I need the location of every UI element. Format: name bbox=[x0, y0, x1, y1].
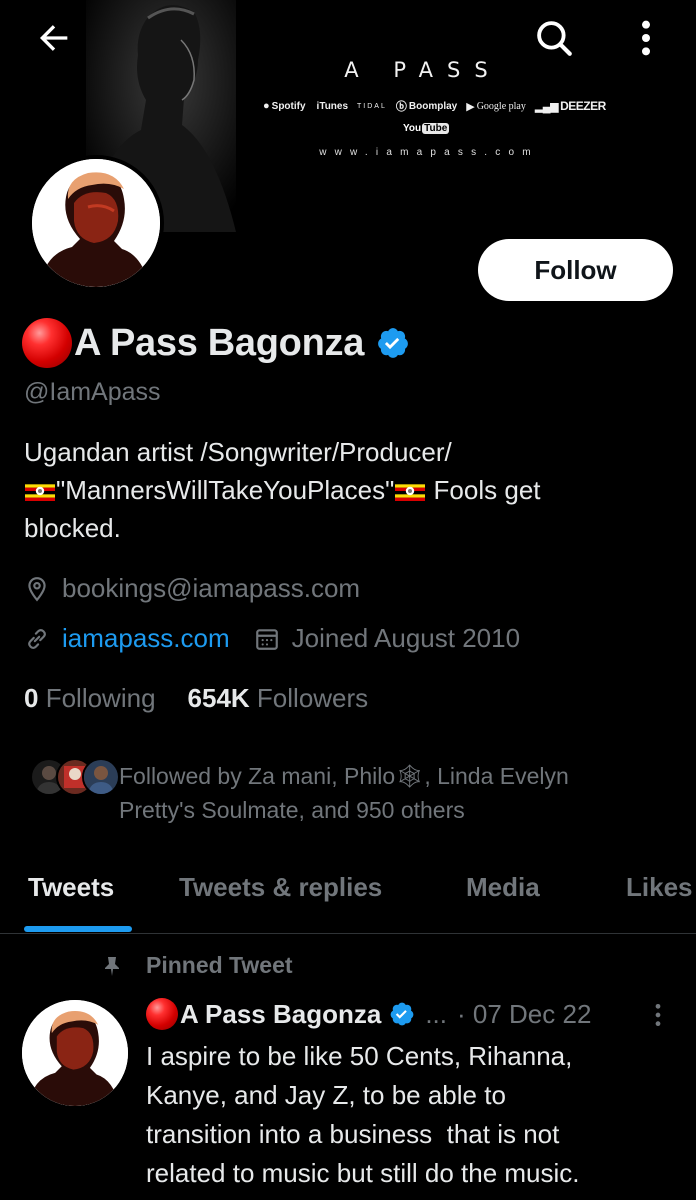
followers-stat[interactable]: 654K Followers bbox=[188, 683, 369, 714]
bio-line: blocked. bbox=[24, 513, 121, 543]
red-circle-emoji-icon bbox=[146, 998, 178, 1030]
uganda-flag-icon bbox=[395, 481, 426, 501]
bio-quote: "MannersWillTakeYouPlaces" bbox=[56, 475, 395, 505]
following-count: 0 bbox=[24, 683, 39, 713]
tweet-more-button[interactable] bbox=[644, 998, 672, 1032]
itunes-logo: iTunes bbox=[316, 100, 349, 112]
location-pin-icon bbox=[28, 576, 46, 601]
arrow-left-icon bbox=[40, 25, 68, 51]
search-button[interactable] bbox=[524, 8, 584, 68]
tweet-header: A Pass Bagonza ... · 07 Dec 22 bbox=[146, 998, 591, 1030]
tidal-logo: TIDAL bbox=[357, 102, 387, 110]
tab-tweets-and-replies[interactable]: Tweets & replies bbox=[179, 872, 382, 903]
tweet-author-handle: ... bbox=[425, 998, 447, 1029]
banner-artist-title: A PASS bbox=[344, 58, 502, 82]
streaming-platforms: ● Spotify iTunes TIDAL ⓑ Boomplay ▶ Google … bbox=[263, 98, 606, 114]
tab-media[interactable]: Media bbox=[466, 872, 540, 903]
boomplay-logo: ⓑ Boomplay bbox=[395, 100, 458, 114]
joined-text: Joined August 2010 bbox=[291, 623, 521, 653]
tweet-line: transition into a business that is not bbox=[146, 1119, 560, 1149]
spotify-logo: ● Spotify bbox=[263, 100, 306, 112]
red-circle-emoji-icon bbox=[22, 318, 72, 368]
followers-count: 654K bbox=[187, 683, 250, 713]
tab-tweets[interactable]: Tweets bbox=[28, 872, 114, 903]
joined-date: Joined August 2010 bbox=[254, 623, 520, 654]
location-text: bookings@iamapass.com bbox=[62, 573, 361, 603]
bio-line: "MannersWillTakeYouPlaces" Fools get bbox=[24, 471, 674, 509]
profile-stats: 0 Following 654K Followers bbox=[24, 683, 368, 714]
tweet-line: related to music but still do the music. bbox=[146, 1158, 580, 1188]
followed-by-text[interactable]: Followed by Za mani, Philo🕸, Linda Evely… bbox=[119, 759, 679, 827]
tweet-author-avatar[interactable] bbox=[22, 1000, 128, 1106]
tweet-avatar-photo bbox=[22, 1000, 128, 1106]
tweet-body[interactable]: I aspire to be like 50 Cents, Rihanna, K… bbox=[146, 1037, 686, 1193]
tweet-line: I aspire to be like 50 Cents, Rihanna, bbox=[146, 1041, 573, 1071]
verified-badge-icon bbox=[390, 1002, 414, 1026]
back-button[interactable] bbox=[24, 8, 84, 68]
bio-line: Ugandan artist /Songwriter/Producer/ bbox=[24, 437, 452, 467]
tweet-author-name[interactable]: A Pass Bagonza bbox=[180, 999, 381, 1030]
pinned-text: Pinned Tweet bbox=[146, 952, 293, 978]
followers-label: Followers bbox=[256, 683, 369, 713]
youtube-logo: You Tube bbox=[403, 123, 450, 134]
website-link[interactable]: iamapass.com bbox=[62, 623, 230, 654]
profile-tabs: Tweets Tweets & replies Media Likes bbox=[0, 850, 696, 934]
profile-bio: Ugandan artist /Songwriter/Producer/ "Ma… bbox=[24, 433, 674, 547]
tweet-date[interactable]: · 07 Dec 22 bbox=[457, 999, 591, 1030]
following-label: Following bbox=[45, 683, 156, 713]
profile-meta-links: iamapass.com Joined August 2010 bbox=[24, 623, 520, 654]
more-options-button[interactable] bbox=[616, 8, 676, 68]
pin-icon bbox=[105, 956, 119, 976]
pinned-tweet-label: Pinned Tweet bbox=[100, 952, 293, 979]
tweet-line: Kanye, and Jay Z, to be able to bbox=[146, 1080, 506, 1110]
follower-avatar bbox=[82, 758, 120, 796]
google-play-logo: ▶ Google play bbox=[466, 100, 526, 113]
calendar-icon bbox=[255, 628, 278, 650]
followed-by-avatars[interactable] bbox=[30, 758, 120, 796]
profile-name-row: A Pass Bagonza bbox=[22, 318, 410, 368]
followed-by-line: Followed by Za mani, Philo🕸, Linda Evely… bbox=[119, 763, 569, 789]
follow-button[interactable]: Follow bbox=[478, 239, 673, 301]
following-stat[interactable]: 0 Following bbox=[24, 683, 156, 714]
verified-badge-icon[interactable] bbox=[376, 326, 410, 360]
more-vertical-icon bbox=[642, 20, 650, 56]
bio-tail: Fools get bbox=[426, 475, 541, 505]
search-icon bbox=[537, 21, 572, 56]
link-icon bbox=[28, 628, 46, 649]
profile-location: bookings@iamapass.com bbox=[24, 573, 360, 604]
deezer-logo: ▂▄▆ DEEZER bbox=[534, 99, 606, 113]
tab-likes[interactable]: Likes bbox=[626, 872, 693, 903]
uganda-flag-icon bbox=[25, 481, 55, 501]
profile-avatar[interactable] bbox=[28, 155, 164, 291]
followed-by-line: Pretty's Soulmate, and 950 others bbox=[119, 797, 465, 823]
profile-handle: @IamApass bbox=[24, 378, 161, 406]
avatar-photo bbox=[32, 159, 160, 287]
display-name: A Pass Bagonza bbox=[74, 321, 365, 364]
active-tab-indicator bbox=[24, 926, 132, 932]
more-vertical-icon bbox=[655, 1003, 661, 1027]
